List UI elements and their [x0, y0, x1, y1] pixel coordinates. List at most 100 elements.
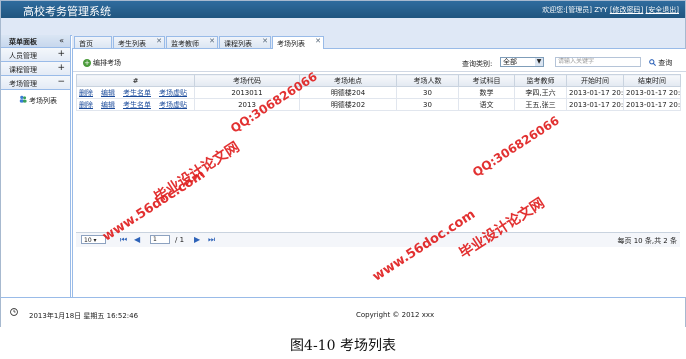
sidebar: 菜单面板 « 人员管理 + 课程管理 + 考场管理 − 考场列表 — [1, 35, 71, 297]
table-row[interactable]: 删除 编辑 考生名单 考场虚贴 2013011 明德楼204 30 数学 李四,王六 … — [76, 86, 681, 99]
tab-label: 考生列表 — [118, 40, 146, 48]
column-header[interactable]: 考场代码 — [194, 74, 300, 87]
app-header: 高校考务管理系统 欢迎您:[管理员] ZYY [修改密码] [安全退出] — [1, 1, 685, 18]
column-header[interactable]: 结束时间 — [623, 74, 681, 87]
search-button[interactable]: 查询 — [649, 58, 672, 68]
column-header[interactable]: 考试科目 — [458, 74, 515, 87]
last-page-icon[interactable]: ⏭ — [208, 235, 215, 245]
menu-panel-header: 菜单面板 « — [1, 35, 70, 48]
tab-home[interactable]: 首页 — [74, 36, 112, 48]
close-icon[interactable]: ✕ — [315, 37, 321, 45]
cell-start: 2013-01-17 20: — [566, 98, 624, 111]
first-page-icon[interactable]: ⏮ — [120, 235, 127, 245]
app-window: 高校考务管理系统 欢迎您:[管理员] ZYY [修改密码] [安全退出] 菜单面… — [0, 0, 686, 327]
footer-copyright: Copyright © 2012 xxx — [356, 311, 435, 319]
sidebar-item-exam-room-list[interactable]: 考场列表 — [1, 94, 70, 108]
cell-location: 明德楼202 — [299, 98, 397, 111]
add-icon: + — [83, 59, 91, 67]
button-label: 查询 — [658, 59, 673, 67]
select-value: 全部 — [503, 58, 517, 66]
cell-count: 30 — [396, 98, 459, 111]
username: ZYY — [594, 6, 608, 14]
select-value: 10 — [84, 237, 92, 244]
search-input[interactable]: 请输入关键字 — [555, 57, 641, 67]
cell-subject: 语文 — [458, 98, 515, 111]
tab-label: 监考教师 — [171, 40, 199, 48]
delete-link[interactable]: 删除 — [79, 89, 93, 97]
menu-panel-title: 菜单面板 — [9, 38, 37, 46]
close-icon[interactable]: ✕ — [156, 37, 162, 45]
pagination-info: 每页 10 条,共 2 条 — [617, 237, 678, 245]
tab-exam-rooms[interactable]: 考场列表 ✕ — [272, 36, 324, 49]
user-links: 欢迎您:[管理员] ZYY [修改密码] [安全退出] — [542, 5, 679, 15]
tab-label: 考场列表 — [277, 40, 305, 48]
clock-icon — [10, 308, 18, 316]
menu-group-label: 人员管理 — [9, 52, 37, 60]
page-number-input[interactable]: 1 — [150, 235, 170, 244]
main-content: + 编排考场 查询类别: 全部 ▼ 请输入关键字 查询 # 考场代码 考场地点 … — [72, 49, 686, 297]
tab-students[interactable]: 考生列表 ✕ — [113, 36, 165, 48]
table-row[interactable]: 删除 编辑 考生名单 考场虚贴 2013 明德楼202 30 语文 王五,张三 201… — [76, 98, 681, 111]
tab-invigilators[interactable]: 监考教师 ✕ — [166, 36, 218, 48]
chevron-down-icon: ▼ — [535, 58, 543, 66]
column-header: # — [76, 74, 195, 87]
welcome-text: 欢迎您:[管理员] — [542, 6, 592, 14]
footer-datetime: 2013年1月18日 星期五 16:52:46 — [29, 312, 139, 320]
query-category-select[interactable]: 全部 ▼ — [500, 57, 544, 67]
header-subbar — [1, 18, 685, 36]
menu-group-personnel[interactable]: 人员管理 + — [1, 48, 70, 62]
edit-link[interactable]: 编辑 — [101, 89, 115, 97]
column-header[interactable]: 监考教师 — [514, 74, 567, 87]
row-actions: 删除 编辑 考生名单 考场虚贴 — [76, 98, 195, 111]
student-list-link[interactable]: 考生名单 — [123, 89, 151, 97]
tab-label: 首页 — [79, 40, 93, 48]
app-title: 高校考务管理系统 — [23, 5, 111, 18]
prev-page-icon[interactable]: ◀ — [134, 235, 140, 244]
change-password-link[interactable]: [修改密码] — [610, 6, 643, 14]
table-header-row: # 考场代码 考场地点 考场人数 考试科目 监考教师 开始时间 结束时间 — [76, 74, 681, 87]
edit-link[interactable]: 编辑 — [101, 101, 115, 109]
expand-icon: + — [57, 49, 65, 59]
figure-caption: 图4-10 考场列表 — [290, 338, 396, 354]
pagination-bar: 10 ▾ ⏮ ◀ 1 / 1 ▶ ⏭ 每页 10 条,共 2 条 — [76, 232, 680, 247]
users-icon — [19, 95, 27, 103]
cell-end: 2013-01-17 20: — [623, 98, 681, 111]
logout-link[interactable]: [安全退出] — [646, 6, 679, 14]
tab-label: 课程列表 — [224, 40, 252, 48]
menu-group-courses[interactable]: 课程管理 + — [1, 62, 70, 76]
student-list-link[interactable]: 考生名单 — [123, 101, 151, 109]
next-page-icon[interactable]: ▶ — [194, 235, 200, 244]
room-label-link[interactable]: 考场虚贴 — [159, 101, 187, 109]
cell-count: 30 — [396, 86, 459, 99]
room-label-link[interactable]: 考场虚贴 — [159, 89, 187, 97]
collapse-sidebar-button[interactable]: « — [59, 36, 64, 45]
cell-end: 2013-01-17 20: — [623, 86, 681, 99]
sidebar-item-label: 考场列表 — [29, 97, 57, 105]
total-pages: / 1 — [175, 236, 185, 244]
cell-start: 2013-01-17 20: — [566, 86, 624, 99]
tab-bar: 首页 考生列表 ✕ 监考教师 ✕ 课程列表 ✕ 考场列表 ✕ — [72, 35, 685, 49]
cell-location: 明德楼204 — [299, 86, 397, 99]
toolbar: + 编排考场 查询类别: 全部 ▼ 请输入关键字 查询 — [73, 56, 686, 72]
cell-teachers: 李四,王六 — [514, 86, 567, 99]
delete-link[interactable]: 删除 — [79, 101, 93, 109]
cell-subject: 数学 — [458, 86, 515, 99]
arrange-exam-room-button[interactable]: + 编排考场 — [83, 58, 121, 68]
cell-teachers: 王五,张三 — [514, 98, 567, 111]
tab-courses[interactable]: 课程列表 ✕ — [219, 36, 271, 48]
menu-group-exam-rooms[interactable]: 考场管理 − — [1, 76, 70, 90]
exam-room-table: # 考场代码 考场地点 考场人数 考试科目 监考教师 开始时间 结束时间 删除编… — [76, 74, 681, 111]
menu-group-label: 考场管理 — [9, 80, 37, 88]
search-icon — [649, 59, 657, 67]
row-actions: 删除 编辑 考生名单 考场虚贴 — [76, 86, 195, 99]
column-header[interactable]: 考场人数 — [396, 74, 459, 87]
query-category-label: 查询类别: — [462, 60, 493, 68]
column-header[interactable]: 开始时间 — [566, 74, 624, 87]
expand-icon: + — [57, 63, 65, 73]
button-label: 编排考场 — [93, 59, 121, 67]
close-icon[interactable]: ✕ — [209, 37, 215, 45]
footer: 2013年1月18日 星期五 16:52:46 Copyright © 2012… — [1, 297, 685, 327]
menu-group-label: 课程管理 — [9, 66, 37, 74]
close-icon[interactable]: ✕ — [262, 37, 268, 45]
collapse-icon: − — [57, 77, 65, 87]
